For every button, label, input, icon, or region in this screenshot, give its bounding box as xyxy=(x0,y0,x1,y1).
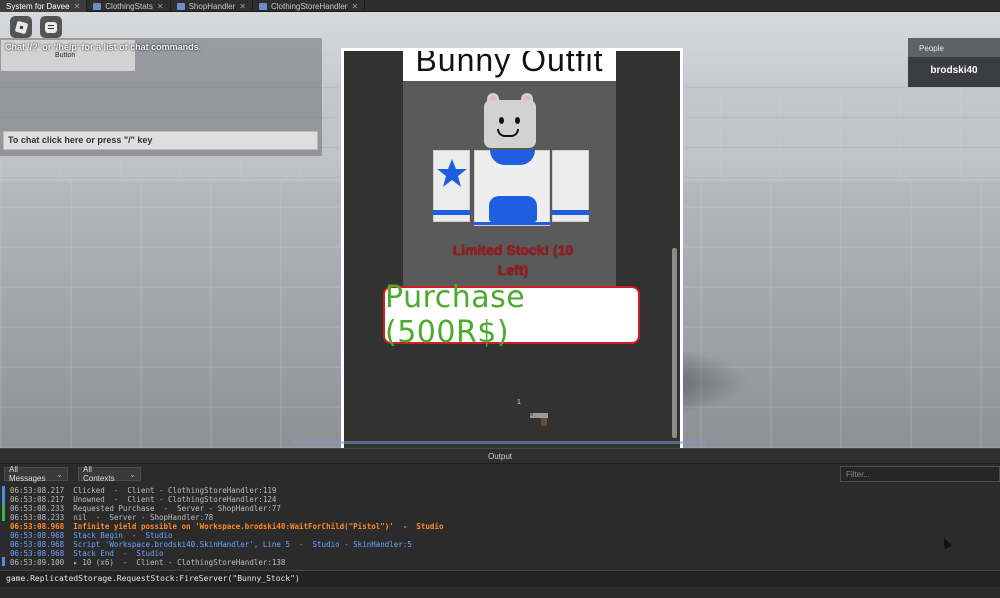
chat-icon xyxy=(45,21,57,33)
avatar-eye xyxy=(515,117,520,124)
roblox-studio-window: { "tabs": [ {"label": "System for Davee"… xyxy=(0,0,1000,598)
tab-clothingstats[interactable]: ClothingStats ✕ xyxy=(87,0,171,12)
avatar-head xyxy=(484,100,536,148)
item-title: Bunny Outfit xyxy=(403,51,616,81)
log-line-warning: 06:53:08.968 Infinite yield possible on … xyxy=(10,522,444,531)
tab-label: ShopHandler xyxy=(188,1,236,11)
avatar-eye xyxy=(499,117,504,124)
tab-system-for-davee[interactable]: System for Davee ✕ xyxy=(0,0,88,12)
log-marker xyxy=(2,486,5,504)
contexts-filter-dropdown[interactable]: All Contexts ⌄ xyxy=(78,465,141,483)
waist-band xyxy=(474,222,550,225)
roblox-menu-button[interactable] xyxy=(10,16,32,38)
player-entry[interactable]: brodski40 xyxy=(908,57,1000,87)
close-icon[interactable]: ✕ xyxy=(351,2,358,11)
command-bar[interactable]: game.ReplicatedStorage.RequestStock:Fire… xyxy=(0,570,1000,587)
log-line: 06:53:08.217 Clicked - Client - Clothing… xyxy=(10,486,277,495)
script-tab-icon xyxy=(258,2,267,10)
log-line-info: 06:53:08.968 Stack Begin - Studio xyxy=(10,531,173,540)
chat-input[interactable]: To chat click here or press "/" key xyxy=(3,131,318,150)
status-strip xyxy=(0,587,1000,598)
hoodie-pocket xyxy=(489,196,537,222)
selection-highlight xyxy=(293,441,706,444)
chat-toggle-button[interactable] xyxy=(40,16,62,38)
chevron-down-icon: ⌄ xyxy=(129,469,136,479)
close-icon[interactable]: ✕ xyxy=(157,2,164,11)
sleeve-band xyxy=(433,210,470,215)
tab-label: ClothingStoreHandler xyxy=(270,1,348,11)
dropdown-value: All Contexts xyxy=(83,465,115,483)
log-line-info: 06:53:08.968 Stack End - Studio xyxy=(10,549,164,558)
shop-scrollbar[interactable] xyxy=(672,248,677,438)
log-line: 06:53:09.100 ▸ 10 (x6) - Client - Clothi… xyxy=(10,558,286,567)
script-tab-icon xyxy=(93,2,102,10)
tab-shophandler[interactable]: ShopHandler ✕ xyxy=(171,0,253,12)
pistol-icon[interactable] xyxy=(528,410,550,426)
chat-system-message: Chat '/?' or '/help' for a list of chat … xyxy=(5,42,202,52)
log-line: 06:53:08.233 Requested Purchase - Server… xyxy=(10,504,281,513)
dropdown-value: All Messages xyxy=(9,465,46,483)
log-marker xyxy=(2,557,5,566)
player-list-title: People xyxy=(919,44,944,53)
close-icon[interactable]: ✕ xyxy=(74,2,81,11)
roblox-menu-icon xyxy=(14,20,28,34)
purchase-button[interactable]: Purchase (500R$) xyxy=(383,280,640,350)
output-panel-title: Output xyxy=(0,448,1000,464)
star-icon xyxy=(437,159,467,187)
tab-clothingstorehandler[interactable]: ClothingStoreHandler ✕ xyxy=(253,0,366,12)
script-tab-bar: System for Davee ✕ ClothingStats ✕ ShopH… xyxy=(0,0,1000,12)
log-line: 06:53:08.233 nil - Server - ShopHandler:… xyxy=(10,513,214,522)
item-title-text: Bunny Outfit xyxy=(415,51,604,78)
close-icon[interactable]: ✕ xyxy=(239,2,246,11)
button-label: Button xyxy=(55,52,76,59)
sleeve-band xyxy=(552,210,589,215)
log-line: 06:53:08.217 Unowned - Client - Clothing… xyxy=(10,495,277,504)
log-marker xyxy=(2,504,5,521)
tab-label: ClothingStats xyxy=(105,1,153,11)
output-filter-input[interactable]: Filter... xyxy=(840,466,1000,482)
tab-label: System for Davee xyxy=(6,1,70,11)
stock-label: Limited Stock! (10 Left) xyxy=(452,242,574,278)
script-tab-icon xyxy=(176,2,185,10)
log-line-info: 06:53:08.968 Script 'Workspace.brodski40… xyxy=(10,540,412,549)
messages-filter-dropdown[interactable]: All Messages ⌄ xyxy=(4,465,68,483)
chevron-down-icon: ⌄ xyxy=(56,469,63,479)
hotbar-slot-number: 1 xyxy=(517,399,521,406)
